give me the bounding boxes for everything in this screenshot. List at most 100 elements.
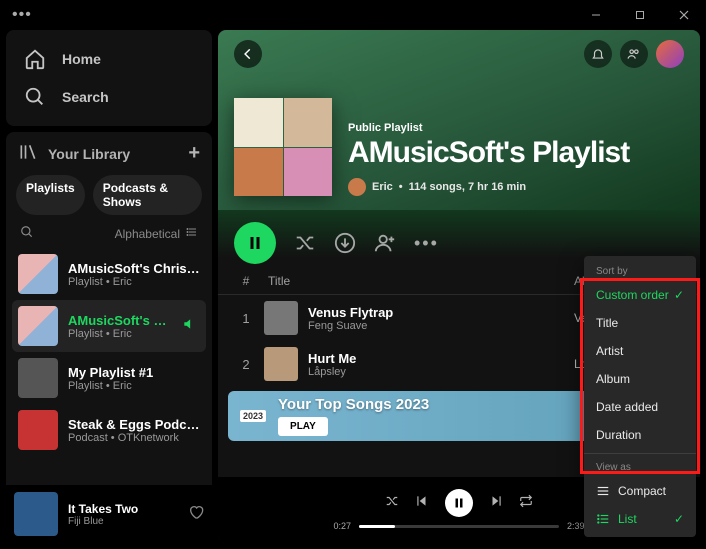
banner-play-button[interactable]: PLAY [278,417,328,436]
window-controls [574,0,706,30]
nav-search[interactable]: Search [14,78,204,116]
sort-option-custom[interactable]: Custom order✓ [584,281,696,309]
like-button[interactable] [188,504,204,525]
track-artist[interactable]: Feng Suave [308,320,574,332]
now-playing-art[interactable] [14,492,58,536]
library-item-subtitle: Playlist • Eric [68,276,200,288]
nav-panel: Home Search [6,30,212,126]
home-icon [24,48,46,70]
sort-option-duration[interactable]: Duration [584,421,696,449]
library-item-title: My Playlist #1 [68,365,153,380]
more-button[interactable]: ••• [414,233,439,254]
now-playing-title[interactable]: It Takes Two [68,502,138,516]
sort-option-date[interactable]: Date added [584,393,696,421]
compact-icon [596,484,610,498]
banner-year: 2023 [240,410,266,422]
add-user-button[interactable] [374,232,396,254]
previous-button[interactable] [415,494,429,513]
chip-playlists[interactable]: Playlists [16,175,85,215]
library-item[interactable]: Steak & Eggs Podcast Podcast • OTKnetwor… [12,404,206,456]
library-item-title: AMusicSoft's Christmas... [68,261,200,276]
chip-podcasts[interactable]: Podcasts & Shows [93,175,202,215]
next-button[interactable] [489,494,503,513]
playlist-thumb [18,306,58,346]
list-icon [596,512,610,526]
library-item-subtitle: Playlist • Eric [68,328,172,340]
sort-section-label: Sort by [584,262,696,281]
playlist-cover[interactable] [234,98,332,196]
library-item[interactable]: AMusicSoft's Christmas... Playlist • Eri… [12,248,206,300]
minimize-button[interactable] [574,0,618,30]
track-title: Hurt Me [308,351,574,366]
main-panel: Public Playlist AMusicSoft's Playlist Er… [218,30,700,543]
nav-home[interactable]: Home [14,40,204,78]
playlist-thumb [18,254,58,294]
playlist-thumb [18,358,58,398]
list-icon [186,226,198,241]
titlebar: ••• [0,0,706,30]
library-item-subtitle: Podcast • OTKnetwork [68,432,200,444]
nav-home-label: Home [62,51,101,67]
check-icon: ✓ [674,512,684,526]
view-option-list[interactable]: List✓ [584,505,696,533]
hero: Public Playlist AMusicSoft's Playlist Er… [218,30,700,210]
progress-bar[interactable] [359,525,559,528]
library-header-button[interactable]: Your Library [18,142,130,165]
now-playing-artist[interactable]: Fiji Blue [68,516,138,527]
friends-button[interactable] [620,40,648,68]
library-item-title: AMusicSoft's Play... [68,313,172,328]
play-pause-button[interactable] [445,489,473,517]
playlist-type: Public Playlist [348,122,629,134]
now-playing-speaker-icon [182,317,196,336]
sort-menu-popup: Sort by Custom order✓ Title Artist Album… [584,256,696,537]
shuffle-button[interactable] [294,232,316,254]
library-sort-button[interactable]: Alphabetical [115,226,198,241]
back-button[interactable] [234,40,262,68]
playlist-stats: 114 songs, 7 hr 16 min [409,181,526,193]
library-item-title: Steak & Eggs Podcast [68,417,200,432]
library-panel: Your Library + Playlists Podcasts & Show… [6,132,212,543]
library-item-subtitle: Playlist • Eric [68,380,153,392]
library-search-icon[interactable] [20,225,34,242]
playlist-title: AMusicSoft's Playlist [348,136,629,170]
close-button[interactable] [662,0,706,30]
track-index: 2 [234,357,258,372]
view-option-compact[interactable]: Compact [584,477,696,505]
repeat-button[interactable] [519,494,533,513]
sort-option-title[interactable]: Title [584,309,696,337]
owner-avatar [348,178,366,196]
now-playing-bar: It Takes Two Fiji Blue [6,485,212,543]
notifications-button[interactable] [584,40,612,68]
library-icon [18,142,38,165]
track-index: 1 [234,311,258,326]
col-title[interactable]: Title [258,274,574,288]
search-icon [24,86,46,108]
col-index: # [234,274,258,288]
app-menu-dots[interactable]: ••• [12,6,32,24]
library-label: Your Library [48,146,130,162]
download-button[interactable] [334,232,356,254]
user-avatar[interactable] [656,40,684,68]
nav-search-label: Search [62,89,109,105]
elapsed-time: 0:27 [333,521,351,531]
maximize-button[interactable] [618,0,662,30]
sidebar: Home Search Your Library + Playlists Pod… [6,30,212,543]
track-art [264,347,298,381]
sort-option-artist[interactable]: Artist [584,337,696,365]
library-item[interactable]: My Playlist #1 Playlist • Eric [12,352,206,404]
separator [584,453,696,454]
track-art [264,301,298,335]
track-artist[interactable]: Låpsley [308,366,574,378]
playlist-byline: Eric • 114 songs, 7 hr 16 min [348,178,629,196]
add-button[interactable]: + [188,142,200,165]
podcast-thumb [18,410,58,450]
track-title: Venus Flytrap [308,305,574,320]
check-icon: ✓ [674,288,684,302]
play-button[interactable] [234,222,276,264]
library-item[interactable]: AMusicSoft's Play... Playlist • Eric [12,300,206,352]
playlist-owner[interactable]: Eric [372,181,393,193]
shuffle-button[interactable] [385,494,399,513]
total-time: 2:39 [567,521,585,531]
sort-option-album[interactable]: Album [584,365,696,393]
library-sort-label: Alphabetical [115,227,180,241]
